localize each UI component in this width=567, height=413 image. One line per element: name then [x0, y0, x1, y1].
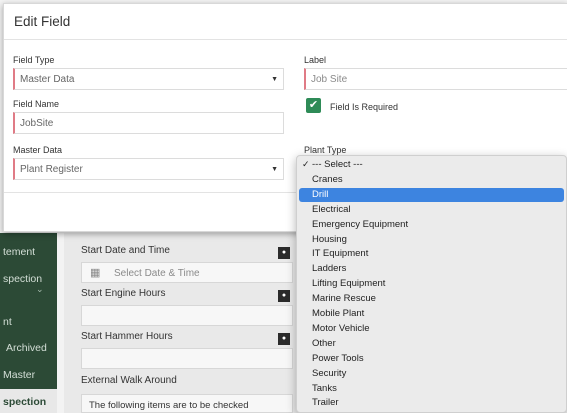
sidebar-item-inspection[interactable]: spection [0, 273, 57, 285]
start-engine-hours-label: Start Engine Hours [81, 288, 166, 299]
dropdown-option-label: Electrical [312, 203, 351, 215]
start-date-input[interactable]: ▦ Select Date & Time [81, 262, 293, 283]
dropdown-option-label: Cranes [312, 173, 343, 185]
sidebar-item-master[interactable]: Master [0, 369, 57, 381]
dropdown-option[interactable]: Lifting Equipment [299, 277, 564, 292]
dropdown-option[interactable]: Security [299, 367, 564, 382]
dropdown-option[interactable]: Housing [299, 233, 564, 248]
label-placeholder: Job Site [311, 74, 348, 85]
field-name-input[interactable]: JobSite [13, 112, 284, 134]
dropdown-option[interactable]: Marine Rescue [299, 292, 564, 307]
sidebar-item-archived[interactable]: Archived [0, 342, 57, 354]
dropdown-option[interactable]: ✓ --- Select --- [299, 158, 564, 173]
info-icon[interactable]: ● [278, 290, 290, 302]
dropdown-option[interactable]: Cranes [299, 173, 564, 188]
external-walk-around-label: External Walk Around [81, 375, 177, 386]
start-date-label: Start Date and Time [81, 245, 170, 256]
calendar-icon: ▦ [90, 267, 101, 279]
dropdown-option[interactable]: IT Equipment [299, 247, 564, 262]
checkmark-icon: ✔ [308, 99, 319, 111]
sidebar-item-statement[interactable]: tement [0, 246, 57, 258]
field-required-checkbox[interactable]: ✔ [306, 98, 321, 113]
master-data-label: Master Data [13, 145, 63, 155]
dropdown-option[interactable]: Electrical [299, 203, 564, 218]
dropdown-option-label: Motor Vehicle [312, 322, 370, 334]
modal-title: Edit Field [14, 14, 71, 29]
dropdown-option-label: Other [312, 337, 336, 349]
modal-header: Edit Field [4, 4, 567, 40]
dropdown-option-label: Mobile Plant [312, 308, 365, 319]
field-name-label: Field Name [13, 99, 60, 109]
dropdown-option[interactable]: Tanks [299, 382, 564, 397]
dropdown-option[interactable]: Power Tools [299, 352, 564, 367]
master-data-select[interactable]: Plant Register ▼ [13, 158, 284, 180]
dropdown-option-label: Tanks [312, 382, 337, 394]
dropdown-option[interactable]: Other [299, 337, 564, 352]
dropdown-option-label: Drill [312, 188, 329, 200]
sidebar: tement spection nt Archived Master spect… [0, 233, 57, 413]
field-required-label: Field Is Required [330, 102, 399, 112]
start-hammer-hours-input[interactable] [81, 348, 293, 369]
field-type-select[interactable]: Master Data ▼ [13, 68, 284, 90]
plant-type-label: Plant Type [304, 145, 347, 155]
dropdown-option-label: Emergency Equipment [312, 218, 409, 230]
dropdown-option[interactable]: Trailer [299, 396, 564, 411]
dropdown-option[interactable]: Drill [299, 187, 564, 203]
field-name-value: JobSite [20, 118, 54, 129]
dropdown-option-label: Ladders [312, 263, 347, 275]
dropdown-option-label: --- Select --- [312, 159, 363, 170]
plant-type-dropdown[interactable]: ✓ --- Select --- Cranes Drill Electrical Emer… [296, 155, 567, 413]
dropdown-option[interactable]: Mobile Plant [299, 307, 564, 322]
info-icon[interactable]: ● [278, 247, 290, 259]
info-icon[interactable]: ● [278, 333, 290, 345]
master-data-value: Plant Register [20, 164, 83, 175]
dropdown-option-label: Marine Rescue [312, 293, 376, 305]
dropdown-option-label: Security [312, 367, 347, 379]
dropdown-option-label: Power Tools [312, 352, 364, 364]
label-field-label: Label [304, 55, 327, 65]
start-hammer-hours-label: Start Hammer Hours [81, 331, 173, 342]
field-type-label: Field Type [13, 55, 55, 65]
field-type-value: Master Data [20, 74, 75, 85]
label-input[interactable]: Job Site [304, 68, 567, 90]
dropdown-option[interactable]: Ladders [299, 262, 564, 277]
start-date-placeholder: Select Date & Time [114, 268, 200, 279]
sidebar-item-nt[interactable]: nt [0, 316, 57, 328]
walk-around-note: The following items are to be checked [81, 394, 293, 413]
sidebar-item-inspection-active[interactable]: spection [0, 389, 57, 413]
chevron-down-icon[interactable]: ⌄ [36, 284, 44, 295]
chevron-down-icon: ▼ [271, 166, 278, 173]
checkmark-icon: ✓ [302, 159, 310, 169]
dropdown-option[interactable]: Emergency Equipment [299, 218, 564, 233]
chevron-down-icon: ▼ [271, 76, 278, 83]
dropdown-option-label: IT Equipment [312, 248, 369, 260]
dropdown-option[interactable]: Motor Vehicle [299, 322, 564, 337]
dropdown-option-label: Housing [312, 233, 347, 245]
dropdown-option-label: Trailer [312, 397, 339, 409]
dropdown-option-label: Lifting Equipment [312, 278, 386, 290]
start-engine-hours-input[interactable] [81, 305, 293, 326]
